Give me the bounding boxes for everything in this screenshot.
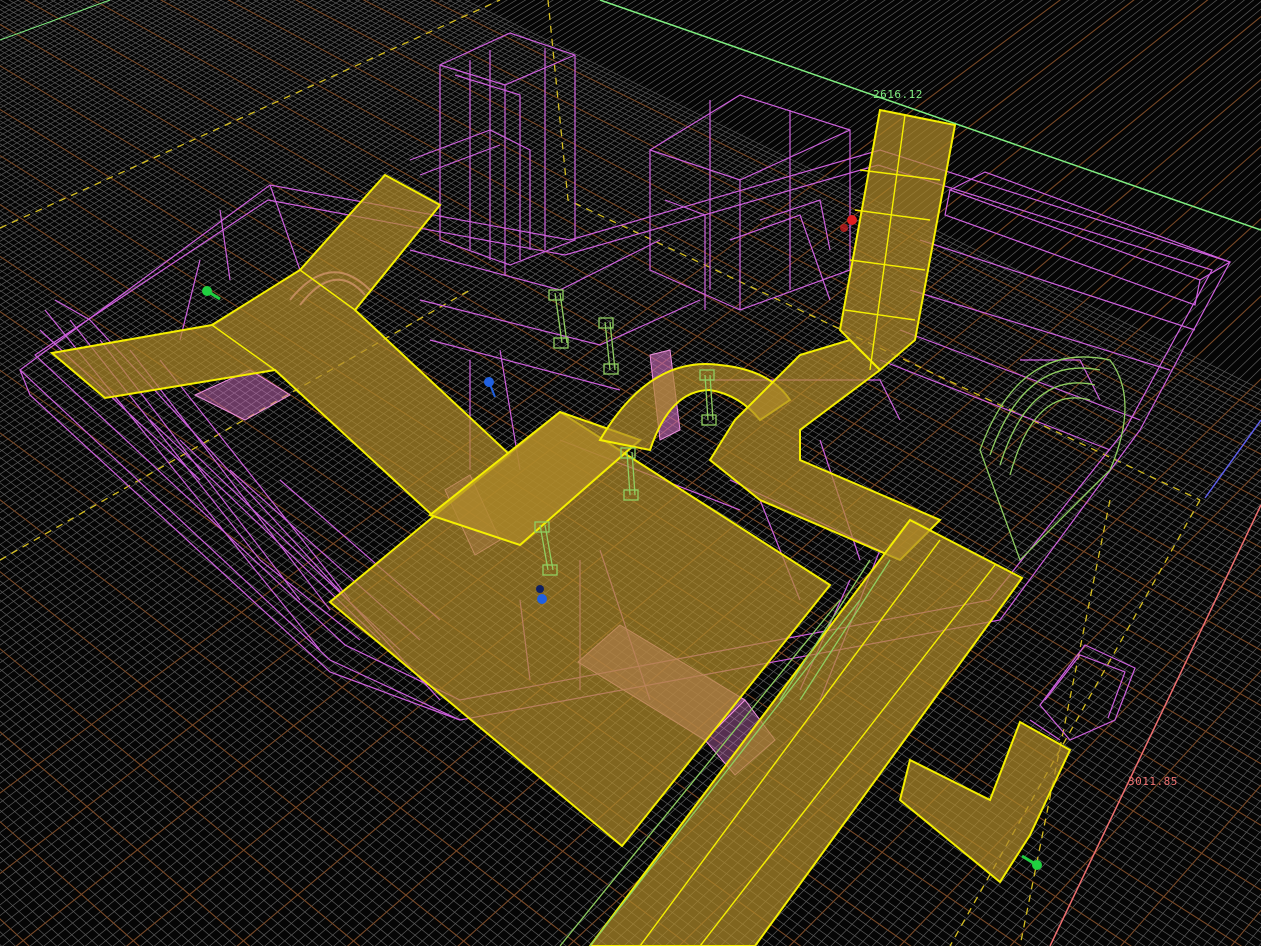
dimension-label-x: 2616.12 <box>873 88 923 101</box>
dimension-label-y: 3011.85 <box>1128 775 1178 788</box>
3d-viewport[interactable] <box>0 0 1261 946</box>
